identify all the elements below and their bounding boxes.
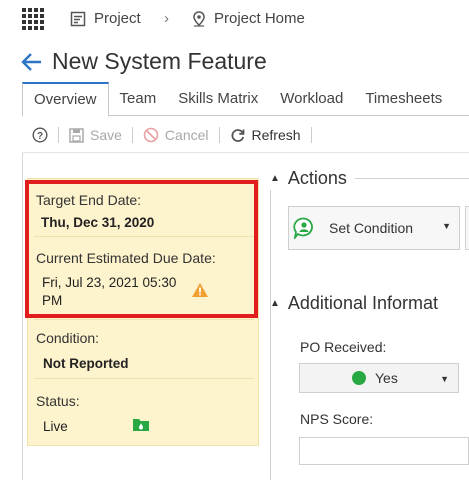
page-title: New System Feature (52, 48, 267, 74)
additional-info-section-title: Additional Informat (287, 293, 438, 313)
tab-timesheets[interactable]: Timesheets (354, 82, 453, 116)
chat-person-icon (293, 217, 313, 239)
dropdown-arrow-icon: ▼ (440, 374, 449, 384)
top-bar: Project › Project Home (0, 0, 469, 40)
toolbar-divider (218, 127, 220, 143)
nps-score-input[interactable] (299, 437, 469, 465)
tab-skills-matrix[interactable]: Skills Matrix (167, 82, 269, 116)
breadcrumb-separator-icon: › (164, 10, 169, 27)
toolbar-bottom-divider (22, 152, 469, 153)
live-folder-icon (133, 419, 149, 431)
title-row: New System Feature (20, 48, 267, 75)
summary-divider (34, 319, 254, 320)
map-pin-icon (193, 10, 205, 27)
next-action-button[interactable] (465, 206, 469, 250)
tab-overview[interactable]: Overview (22, 82, 109, 117)
save-button[interactable]: Save (69, 127, 122, 143)
po-received-value: Yes (375, 370, 398, 386)
breadcrumb-project-home[interactable]: Project Home (192, 10, 305, 27)
condition-label: Condition: (36, 330, 100, 346)
refresh-label: Refresh (251, 127, 301, 143)
nps-score-label: NPS Score: (300, 411, 374, 427)
sections-left-border (270, 190, 271, 480)
cancel-icon (143, 127, 159, 143)
tab-bar: Overview Team Skills Matrix Workload Tim… (22, 82, 469, 117)
refresh-icon (231, 129, 244, 142)
set-condition-label: Set Condition (329, 220, 414, 236)
toolbar-divider (310, 127, 312, 143)
save-label: Save (90, 127, 122, 143)
toolbar-divider (131, 127, 133, 143)
back-arrow-icon[interactable] (20, 50, 44, 74)
actions-section-header[interactable]: ▲ Actions (270, 168, 469, 189)
help-icon: ? (32, 127, 48, 143)
status-label: Status: (36, 393, 80, 409)
actions-section-title: Actions (287, 168, 347, 188)
summary-divider (34, 378, 254, 379)
project-icon (70, 11, 86, 26)
help-button[interactable]: ? (32, 127, 48, 143)
collapse-caret-icon: ▲ (270, 298, 280, 309)
collapse-caret-icon: ▲ (270, 173, 280, 184)
save-icon (69, 127, 84, 143)
refresh-button[interactable]: Refresh (230, 127, 301, 143)
tab-team[interactable]: Team (109, 82, 168, 116)
breadcrumb-project-label: Project (94, 10, 141, 27)
condition-value: Not Reported (43, 356, 129, 371)
tab-workload[interactable]: Workload (269, 82, 354, 116)
highlight-box (25, 180, 258, 318)
cancel-button[interactable]: Cancel (143, 127, 209, 143)
breadcrumb-project[interactable]: Project (70, 10, 141, 27)
po-received-label: PO Received: (300, 339, 387, 355)
toolbar: ? Save Cancel Refresh (22, 118, 469, 152)
additional-info-section-header[interactable]: ▲ Additional Informat (270, 293, 469, 314)
set-condition-button[interactable]: Set Condition ▼ (288, 206, 460, 250)
status-dot-icon (352, 371, 366, 385)
svg-text:?: ? (37, 131, 43, 142)
app-grid-icon[interactable] (22, 8, 44, 30)
dropdown-arrow-icon: ▼ (442, 221, 451, 231)
cancel-label: Cancel (164, 127, 209, 143)
section-rule (354, 178, 469, 179)
breadcrumb-project-home-label: Project Home (214, 10, 305, 27)
po-received-select[interactable]: Yes ▼ (299, 363, 459, 393)
content-left-border (22, 152, 23, 480)
toolbar-divider (58, 127, 59, 143)
status-value: Live (43, 419, 68, 434)
